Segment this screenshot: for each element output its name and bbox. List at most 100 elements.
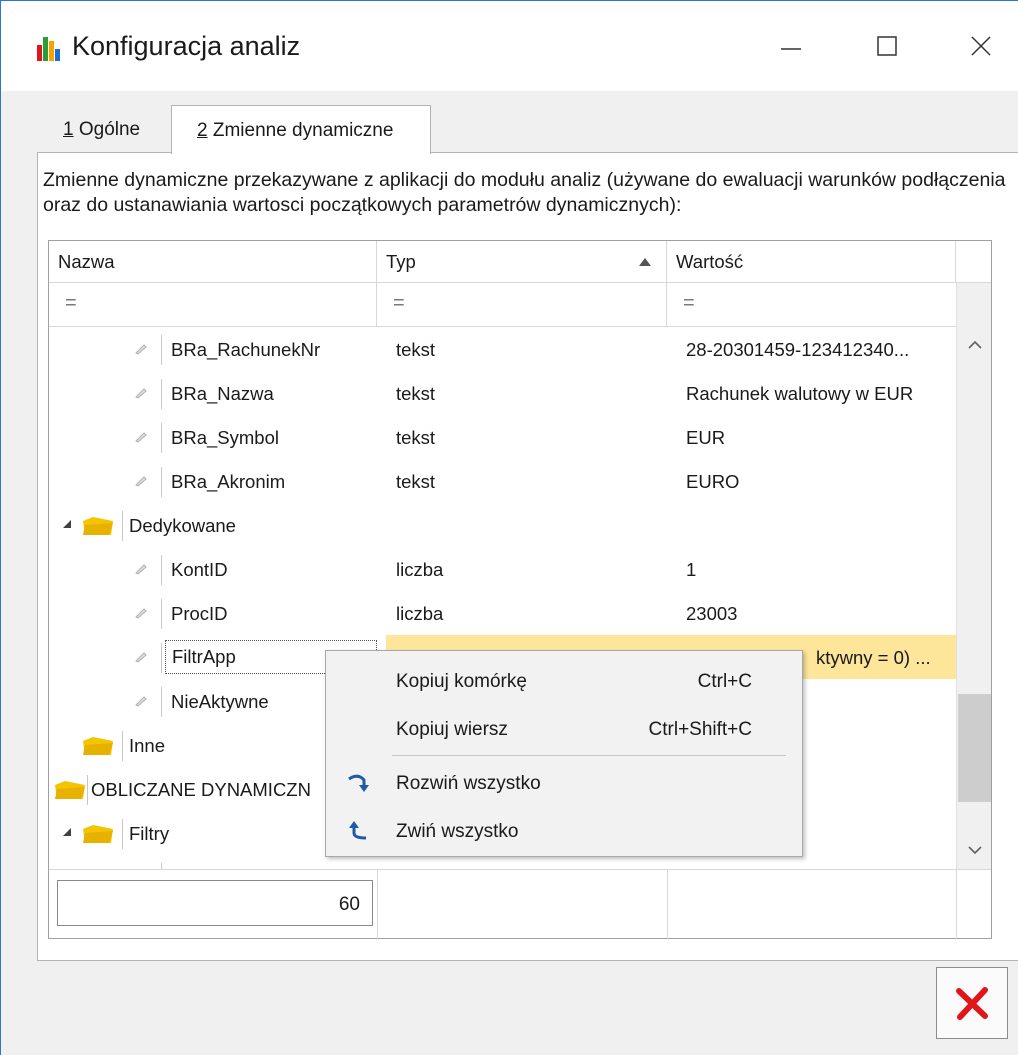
cell-type: tekst — [396, 427, 436, 448]
menu-item-shortcut: Ctrl+C — [697, 671, 752, 692]
variable-leaf-icon — [135, 696, 147, 707]
close-icon — [971, 36, 991, 56]
dialog-window: Konfiguracja analiz 1 Ogólne 2 Zmienne d… — [0, 0, 1018, 1055]
context-menu: Kopiuj komórkę Ctrl+C Kopiuj wiersz Ctrl… — [325, 650, 803, 857]
maximize-button[interactable] — [862, 23, 912, 69]
folder-icon — [83, 737, 113, 755]
menu-separator — [392, 755, 786, 756]
variable-leaf-icon — [135, 344, 147, 355]
tab-ogolne[interactable]: 1 Ogólne — [63, 105, 173, 153]
tree-line — [161, 423, 162, 453]
tab-mnemonic: 2 — [197, 120, 208, 141]
menu-item-label: Zwiń wszystko — [396, 821, 519, 842]
variable-leaf-icon — [135, 476, 147, 487]
cell-value — [676, 503, 956, 547]
scrollbar-thumb[interactable] — [958, 694, 991, 802]
tree-line — [161, 335, 162, 365]
variable-leaf-icon — [135, 388, 147, 399]
close-button[interactable] — [956, 23, 1006, 69]
tree-line — [122, 819, 123, 849]
cell-type — [386, 503, 676, 547]
cell-value: EUR — [686, 427, 726, 448]
footer-divider — [956, 870, 957, 939]
scroll-up-button[interactable] — [957, 329, 992, 359]
column-header-nazwa[interactable]: Nazwa — [49, 241, 377, 283]
description-text: Zmienne dynamiczne przekazywane z aplika… — [43, 169, 1006, 216]
menu-item-expand-all[interactable]: Rozwiń wszystko — [326, 759, 802, 807]
folder-icon — [83, 517, 113, 535]
tree-line — [87, 775, 88, 805]
tree-line — [122, 511, 123, 541]
table-row-group[interactable]: Dedykowane — [49, 503, 956, 547]
cell-name: BRa_RachunekNr — [171, 339, 321, 360]
menu-item-shortcut: Ctrl+Shift+C — [648, 719, 752, 740]
chevron-down-icon — [967, 845, 982, 854]
tree-line — [161, 467, 162, 497]
variable-leaf-icon — [135, 652, 147, 663]
cell-value: Rachunek walutowy w EUR — [686, 383, 914, 404]
window-title: Konfiguracja analiz — [72, 31, 301, 61]
title-bar: Konfiguracja analiz — [1, 1, 1018, 91]
cell-name: Dedykowane — [129, 515, 236, 536]
column-header-typ[interactable]: Typ — [377, 241, 667, 283]
cell-type: liczba — [396, 603, 444, 624]
scroll-down-button[interactable] — [957, 835, 992, 865]
red-x-icon — [956, 987, 988, 1020]
table-row[interactable]: Zaznaczenia - (3) — [49, 855, 956, 869]
tree-line — [161, 643, 162, 673]
footer-divider — [667, 870, 668, 939]
cell-type: tekst — [396, 339, 436, 360]
filter-cell-wartosc[interactable]: = — [667, 283, 956, 327]
menu-item-label: Rozwiń wszystko — [396, 773, 541, 794]
tree-line — [161, 599, 162, 629]
filter-row: = = = — [49, 283, 956, 327]
expanded-triangle-icon[interactable] — [62, 827, 72, 837]
column-header-wartosc[interactable]: Wartość — [667, 241, 956, 283]
tree-line — [161, 555, 162, 585]
cancel-button[interactable] — [936, 967, 1008, 1039]
row-count-summary: 60 — [57, 880, 373, 926]
maximize-icon — [877, 36, 897, 56]
cell-name: Zaznaczenia — [171, 855, 386, 869]
menu-item-copy-row[interactable]: Kopiuj wiersz Ctrl+Shift+C — [326, 705, 802, 753]
tree-line — [122, 731, 123, 761]
expanded-triangle-icon[interactable] — [62, 519, 72, 529]
cell-name: BRa_Nazwa — [171, 383, 274, 404]
cell-value: 23003 — [686, 603, 738, 624]
minimize-button[interactable] — [766, 23, 816, 69]
column-header-label: Typ — [386, 251, 416, 272]
cell-name: KontID — [171, 559, 228, 580]
chevron-up-icon — [967, 340, 982, 349]
cell-type: liczba — [396, 559, 444, 580]
table-row[interactable]: BRa_Symbol tekst EUR — [49, 415, 956, 459]
cell-name: BRa_Akronim — [171, 471, 286, 492]
table-row[interactable]: KontID liczba 1 — [49, 547, 956, 591]
vertical-scrollbar[interactable] — [956, 283, 991, 869]
table-row[interactable]: ProcID liczba 23003 — [49, 591, 956, 635]
footer-divider — [377, 870, 378, 939]
cell-value: EURO — [686, 471, 740, 492]
tab-label: Zmienne dynamiczne — [207, 120, 394, 141]
menu-item-label: Kopiuj komórkę — [396, 671, 527, 692]
cell-type: - — [386, 855, 676, 869]
sort-ascending-icon — [639, 258, 651, 266]
cell-type: tekst — [396, 383, 436, 404]
cell-type: tekst — [396, 471, 436, 492]
table-row[interactable]: BRa_Nazwa tekst Rachunek walutowy w EUR — [49, 371, 956, 415]
folder-icon — [83, 825, 113, 843]
menu-item-label: Kopiuj wiersz — [396, 719, 508, 740]
cell-value: 1 — [686, 559, 697, 580]
menu-item-collapse-all[interactable]: Zwiń wszystko — [326, 807, 802, 855]
filter-cell-typ[interactable]: = — [377, 283, 667, 327]
cell-value: 28-20301459-123412340... — [686, 339, 910, 360]
cell-value: (3) — [676, 855, 956, 869]
tab-label: Ogólne — [73, 119, 141, 140]
table-row[interactable]: BRa_Akronim tekst EURO — [49, 459, 956, 503]
variable-leaf-icon — [135, 432, 147, 443]
filter-cell-nazwa[interactable]: = — [49, 283, 377, 327]
tab-zmienne-dynamiczne[interactable]: 2 Zmienne dynamiczne — [171, 105, 431, 154]
grid-footer: 60 — [49, 869, 991, 939]
menu-item-copy-cell[interactable]: Kopiuj komórkę Ctrl+C — [326, 657, 802, 705]
table-row[interactable]: BRa_RachunekNr tekst 28-20301459-1234123… — [49, 327, 956, 371]
tab-mnemonic: 1 — [63, 119, 74, 140]
